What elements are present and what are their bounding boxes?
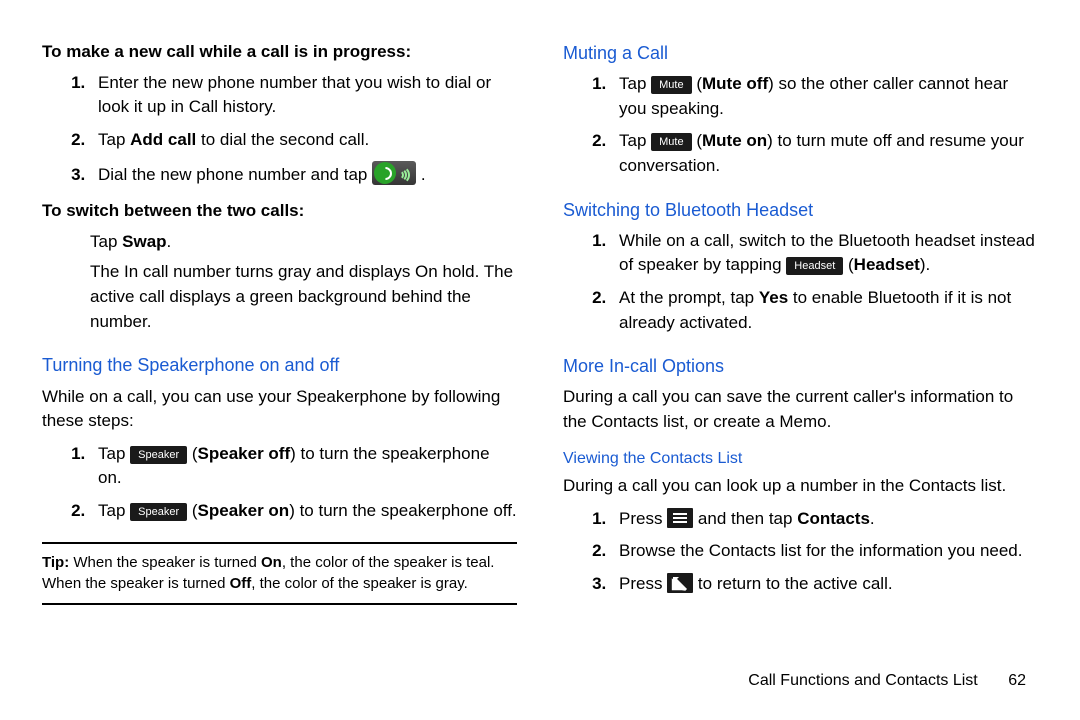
headset-button-icon: Headset	[786, 257, 843, 275]
heading-switch-calls: To switch between the two calls:	[42, 199, 517, 224]
text: Off	[230, 575, 252, 592]
headset-label: Headset	[854, 255, 920, 274]
more-options-text: During a call you can save the current c…	[563, 385, 1038, 434]
text: ) to turn the speakerphone off.	[289, 501, 516, 520]
heading-bluetooth: Switching to Bluetooth Headset	[563, 197, 1038, 223]
bluetooth-steps: While on a call, switch to the Bluetooth…	[563, 229, 1038, 336]
add-call-label: Add call	[130, 130, 196, 149]
list-item: Tap Add call to dial the second call.	[90, 128, 517, 153]
heading-muting: Muting a Call	[563, 40, 1038, 66]
swap-instruction: Tap Swap.	[90, 230, 517, 255]
right-column: Muting a Call Tap Mute (Mute off) so the…	[563, 40, 1038, 659]
list-item: Enter the new phone number that you wish…	[90, 71, 517, 120]
mute-on-label: Mute on	[702, 131, 767, 150]
back-arrow-icon	[667, 573, 693, 593]
text: Press	[619, 509, 667, 528]
swap-description: The In call number turns gray and displa…	[90, 260, 517, 334]
tip-box: Tip: When the speaker is turned On , the …	[42, 542, 517, 606]
text: Tap	[98, 130, 130, 149]
speakerphone-steps: Tap Speaker (Speaker off) to turn the sp…	[42, 442, 517, 524]
text: Tap	[90, 232, 122, 251]
text: Tap	[619, 131, 651, 150]
text: to return to the active call.	[698, 574, 893, 593]
text: ).	[920, 255, 930, 274]
mute-off-label: Mute off	[702, 74, 768, 93]
heading-speakerphone: Turning the Speakerphone on and off	[42, 352, 517, 378]
heading-view-contacts: Viewing the Contacts List	[563, 447, 1038, 470]
heading-more-options: More In-call Options	[563, 353, 1038, 379]
text: and then tap	[698, 509, 797, 528]
speaker-on-label: Speaker on	[198, 501, 290, 520]
page-number: 62	[1008, 672, 1026, 689]
speaker-button-icon: Speaker	[130, 446, 187, 464]
text: .	[167, 232, 172, 251]
text: At the prompt, tap	[619, 288, 759, 307]
list-item: Browse the Contacts list for the informa…	[611, 539, 1038, 564]
text: Tap	[98, 501, 130, 520]
list-item: At the prompt, tap Yes to enable Bluetoo…	[611, 286, 1038, 335]
text: When the speaker is turned	[69, 554, 261, 571]
list-item: Press and then tap Contacts.	[611, 507, 1038, 532]
list-item: Tap Speaker (Speaker off) to turn the sp…	[90, 442, 517, 491]
mute-button-icon: Mute	[651, 133, 691, 151]
list-item: Tap Mute (Mute on) to turn mute off and …	[611, 129, 1038, 178]
mute-button-icon: Mute	[651, 76, 691, 94]
new-call-steps: Enter the new phone number that you wish…	[42, 71, 517, 188]
menu-icon	[667, 508, 693, 528]
list-item: While on a call, switch to the Bluetooth…	[611, 229, 1038, 278]
list-item: Tap Mute (Mute off) so the other caller …	[611, 72, 1038, 121]
text: On	[261, 554, 282, 571]
swap-label: Swap	[122, 232, 166, 251]
contacts-label: Contacts	[797, 509, 870, 528]
list-item: Dial the new phone number and tap .	[90, 161, 517, 188]
footer-section: Call Functions and Contacts List	[748, 672, 977, 689]
text: Dial the new phone number and tap	[98, 165, 372, 184]
yes-label: Yes	[759, 288, 788, 307]
page-footer: Call Functions and Contacts List 62	[42, 659, 1038, 700]
text: , the color of the speaker is gray.	[251, 575, 468, 592]
text: Tap	[619, 74, 651, 93]
text: to dial the second call.	[196, 130, 369, 149]
list-item: Tap Speaker (Speaker on) to turn the spe…	[90, 499, 517, 524]
left-column: To make a new call while a call is in pr…	[42, 40, 517, 659]
heading-new-call: To make a new call while a call is in pr…	[42, 40, 517, 65]
list-item: Press to return to the active call.	[611, 572, 1038, 597]
tip-label: Tip:	[42, 554, 69, 571]
speaker-button-icon: Speaker	[130, 503, 187, 521]
text: Press	[619, 574, 667, 593]
view-contacts-steps: Press and then tap Contacts. Browse the …	[563, 507, 1038, 597]
speakerphone-intro: While on a call, you can use your Speake…	[42, 385, 517, 434]
mute-steps: Tap Mute (Mute off) so the other caller …	[563, 72, 1038, 179]
view-contacts-text: During a call you can look up a number i…	[563, 474, 1038, 499]
text: .	[870, 509, 875, 528]
text: .	[421, 165, 426, 184]
call-icon	[372, 161, 416, 185]
speaker-off-label: Speaker off	[198, 444, 291, 463]
text: Tap	[98, 444, 130, 463]
